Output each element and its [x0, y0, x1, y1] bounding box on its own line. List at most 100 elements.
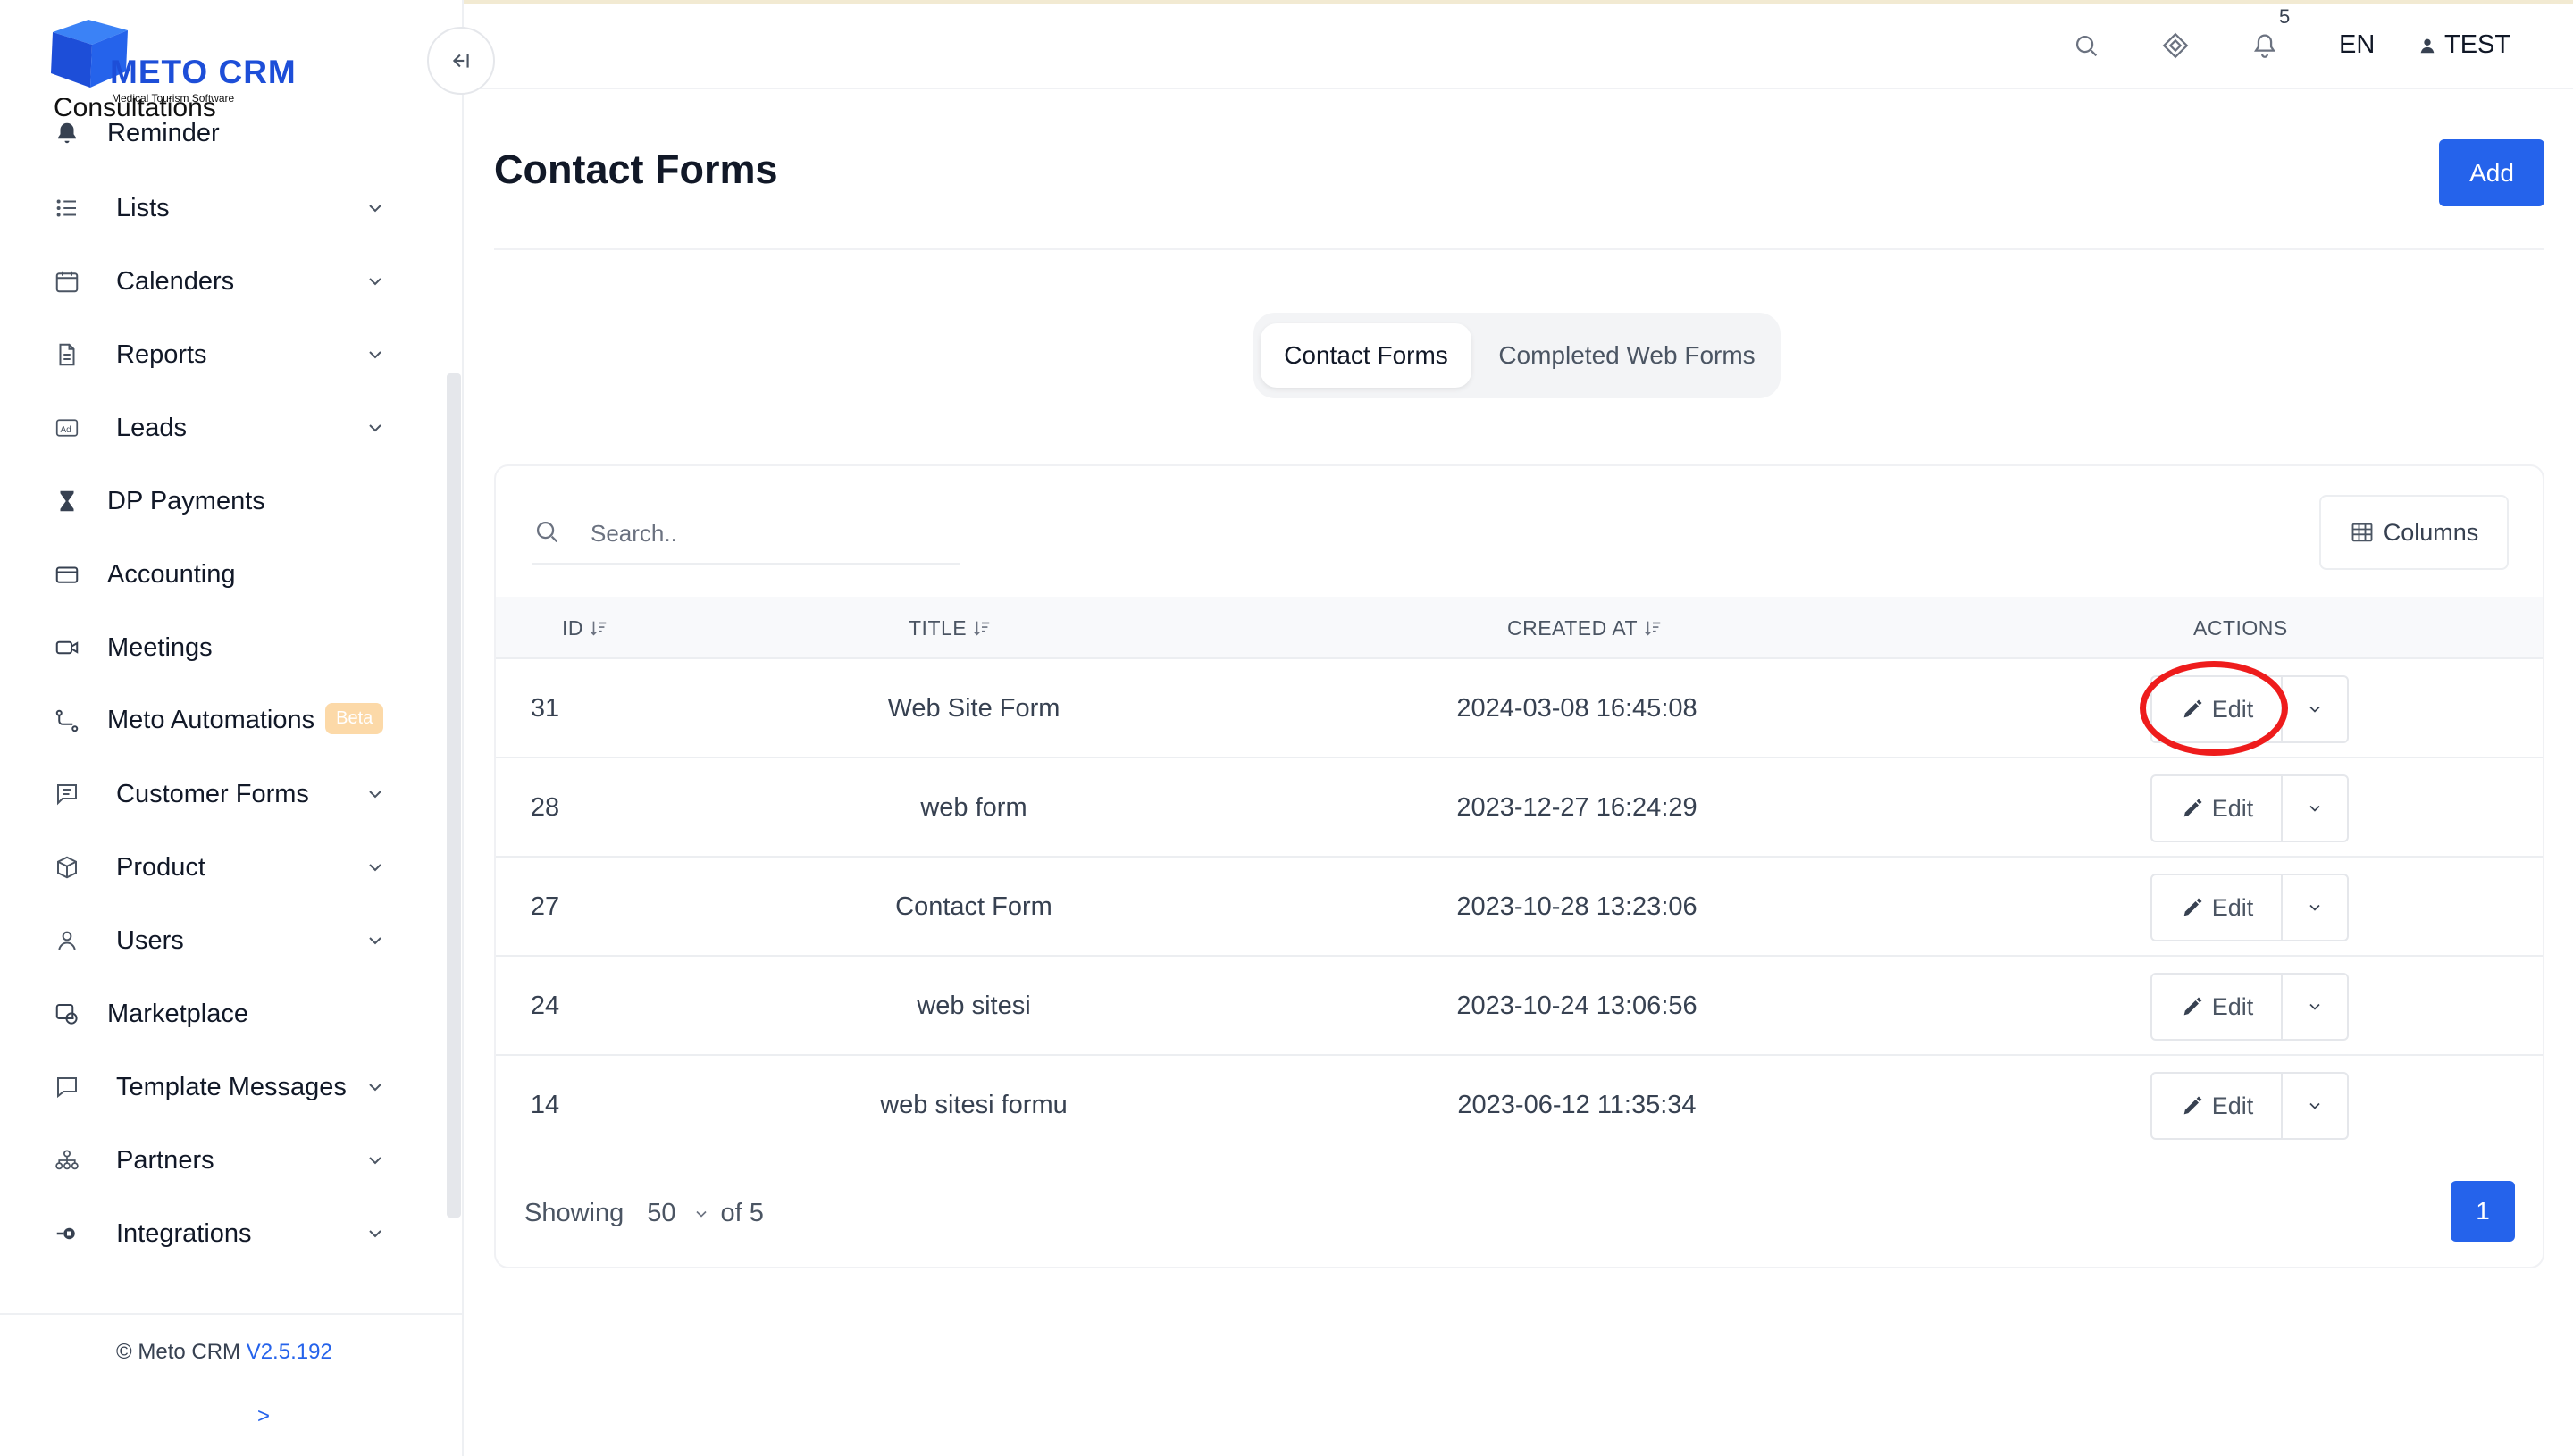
sidebar-scrollbar[interactable] — [447, 373, 461, 1218]
sidebar-item-dp-payments[interactable]: DP Payments — [0, 464, 420, 538]
cell-created-at: 2024-03-08 16:45:08 — [1456, 694, 1697, 723]
chevron-down-icon — [369, 937, 381, 945]
header-label: ID — [562, 615, 583, 640]
columns-button[interactable]: Columns — [2319, 495, 2509, 570]
chevron-down-icon — [2309, 805, 2320, 812]
pencil-icon — [2183, 898, 2202, 916]
cell-created-at: 2023-12-27 16:24:29 — [1456, 793, 1697, 822]
brand-name: METO CRM — [110, 54, 297, 90]
cell-title: web form — [920, 793, 1027, 822]
sidebar-item-label: Reminder — [107, 118, 220, 147]
tab-group: Contact Forms Completed Web Forms — [1253, 313, 1781, 398]
page-button-current[interactable]: 1 — [2451, 1181, 2515, 1242]
credit-card-icon — [52, 559, 82, 590]
edit-label: Edit — [2211, 893, 2254, 921]
edit-button[interactable]: Edit — [2152, 1074, 2283, 1138]
page-title: Contact Forms — [494, 146, 778, 192]
page-size-select[interactable]: 50 — [647, 1199, 675, 1228]
sidebar-item-leads[interactable]: Ad Leads — [0, 391, 420, 464]
copyright-text: © Meto CRM V2.5.192 — [116, 1340, 332, 1365]
sidebar-item-marketplace[interactable]: Marketplace — [0, 977, 420, 1050]
sidebar-item-users[interactable]: Users — [0, 904, 420, 977]
hourglass-icon — [52, 486, 82, 516]
cell-title: Contact Form — [895, 892, 1052, 921]
pagination-info: Showing 50 of 5 — [524, 1199, 764, 1228]
sidebar-item-calenders[interactable]: Calenders — [0, 245, 420, 318]
header-created-at[interactable]: CREATED AT — [1507, 597, 1663, 659]
brand-logo[interactable]: METO CRM Medical Tourism Software — [49, 16, 317, 105]
row-actions: Edit — [2150, 774, 2349, 842]
search-icon[interactable] — [2071, 30, 2101, 61]
edit-label: Edit — [2211, 794, 2254, 822]
row-actions-dropdown[interactable] — [2283, 776, 2347, 841]
table-card: Columns ID TITLE CREATED AT ACTIONS 31 W… — [494, 464, 2544, 1268]
row-actions-dropdown[interactable] — [2283, 875, 2347, 940]
edit-label: Edit — [2211, 1092, 2254, 1119]
bell-notification-icon[interactable] — [2250, 30, 2280, 61]
expand-sidebar-link[interactable]: > — [257, 1404, 270, 1429]
chevron-down-icon[interactable] — [692, 1205, 710, 1223]
edit-button[interactable]: Edit — [2152, 875, 2283, 940]
sidebar-item-label: Partners — [116, 1145, 214, 1175]
edit-label: Edit — [2211, 992, 2254, 1020]
language-switcher[interactable]: EN — [2339, 30, 2375, 60]
diamond-apps-icon[interactable] — [2160, 30, 2191, 61]
sidebar-item-label: Reports — [116, 339, 207, 369]
sidebar-item-label: Product — [116, 852, 205, 882]
sidebar-item-meto-automations[interactable]: Meto Automations Beta — [0, 684, 420, 757]
sidebar-item-product[interactable]: Product — [0, 831, 420, 904]
header-id[interactable]: ID — [562, 597, 608, 659]
sidebar-item-label: Users — [116, 925, 184, 955]
search-icon — [536, 521, 558, 543]
table-row: 14 web sitesi formu 2023-06-12 11:35:34 … — [496, 1056, 2543, 1155]
edit-button[interactable]: Edit — [2152, 677, 2283, 741]
cell-title: Web Site Form — [887, 694, 1060, 723]
sidebar-item-text: Meto Automations — [107, 705, 315, 734]
collapse-sidebar-button[interactable] — [427, 27, 495, 95]
table-row: 28 web form 2023-12-27 16:24:29 Edit — [496, 758, 2543, 858]
header-actions: ACTIONS — [2193, 597, 2288, 659]
edit-button[interactable]: Edit — [2152, 776, 2283, 841]
sidebar-item-reminder[interactable]: Reminder — [0, 98, 420, 170]
sidebar-item-label: Integrations — [116, 1218, 252, 1248]
sidebar-item-partners[interactable]: Partners — [0, 1124, 420, 1197]
sidebar-item-accounting[interactable]: Accounting — [0, 538, 420, 611]
box-icon — [52, 852, 82, 883]
row-actions-dropdown[interactable] — [2283, 975, 2347, 1039]
pencil-icon — [2183, 997, 2202, 1016]
edit-button[interactable]: Edit — [2152, 975, 2283, 1039]
add-button[interactable]: Add — [2439, 139, 2544, 206]
table-columns-icon — [2351, 523, 2373, 542]
columns-label: Columns — [2383, 518, 2479, 546]
row-actions-dropdown[interactable] — [2283, 1074, 2347, 1138]
row-actions: Edit — [2150, 973, 2349, 1041]
version-link[interactable]: V2.5.192 — [247, 1340, 332, 1364]
user-menu[interactable]: TEST — [2418, 30, 2510, 60]
notification-count-badge: 5 — [2279, 5, 2291, 28]
chevron-down-icon — [369, 424, 381, 432]
sidebar-item-label: Template Messages — [116, 1072, 347, 1101]
sidebar-item-template-messages[interactable]: Template Messages — [0, 1050, 420, 1124]
sidebar-item-lists[interactable]: Lists — [0, 172, 420, 245]
tab-contact-forms[interactable]: Contact Forms — [1261, 323, 1471, 388]
user-icon — [52, 925, 82, 956]
cell-created-at: 2023-10-24 13:06:56 — [1456, 992, 1697, 1020]
cell-title: web sitesi — [917, 992, 1031, 1020]
header-title[interactable]: TITLE — [909, 597, 992, 659]
chevron-down-icon — [2309, 1102, 2320, 1109]
pencil-icon — [2183, 699, 2202, 718]
chevron-down-icon — [369, 351, 381, 359]
sidebar-nav: Consultations Reminder Lists Calenders R… — [0, 98, 447, 1313]
sidebar-item-integrations[interactable]: Integrations — [0, 1197, 420, 1270]
sidebar-item-label: DP Payments — [107, 486, 265, 515]
tab-completed-web-forms[interactable]: Completed Web Forms — [1488, 323, 1766, 388]
sidebar-item-meetings[interactable]: Meetings — [0, 611, 420, 684]
search-input[interactable] — [591, 513, 948, 554]
chevron-down-icon — [2309, 706, 2320, 713]
chevron-down-icon — [369, 278, 381, 286]
sidebar-item-reports[interactable]: Reports — [0, 318, 420, 391]
sort-icon — [591, 621, 607, 636]
sidebar-item-customer-forms[interactable]: Customer Forms — [0, 757, 420, 831]
list-icon — [52, 193, 82, 223]
row-actions-dropdown[interactable] — [2283, 677, 2347, 741]
